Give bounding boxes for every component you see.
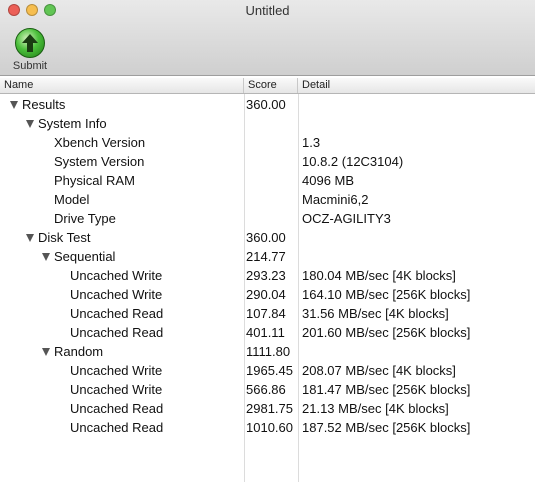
row-score: 1010.60 [246, 420, 293, 435]
outline-row[interactable]: Uncached Read 107.84 31.56 MB/sec [4K bloc… [0, 304, 535, 323]
outline-row[interactable]: Uncached Write 290.04 164.10 MB/sec [256K … [0, 285, 535, 304]
row-score: 2981.75 [246, 401, 293, 416]
row-detail: 31.56 MB/sec [4K blocks] [302, 306, 449, 321]
row-detail: Macmini6,2 [302, 192, 369, 207]
window-title: Untitled [245, 3, 290, 18]
row-name: Physical RAM [54, 173, 135, 188]
row-score: 566.86 [246, 382, 286, 397]
outline-row[interactable]: System Version 10.8.2 (12C3104) [0, 152, 535, 171]
column-header-name[interactable]: Name [0, 78, 244, 93]
row-name: Drive Type [54, 211, 116, 226]
row-detail: 208.07 MB/sec [4K blocks] [302, 363, 456, 378]
row-detail: 187.52 MB/sec [256K blocks] [302, 420, 471, 435]
row-score: 214.77 [246, 249, 286, 264]
row-name: Uncached Write [70, 287, 163, 302]
row-name: Uncached Write [70, 268, 163, 283]
row-detail: 164.10 MB/sec [256K blocks] [302, 287, 471, 302]
row-detail: OCZ-AGILITY3 [302, 211, 391, 226]
outline-row[interactable]: Results 360.00 [0, 95, 535, 114]
window-titlebar: Untitled Submit [0, 0, 535, 76]
outline-row[interactable]: Uncached Write 293.23 180.04 MB/sec [4K bl… [0, 266, 535, 285]
row-detail: 21.13 MB/sec [4K blocks] [302, 401, 449, 416]
submit-button[interactable]: Submit [8, 28, 52, 72]
row-score: 1965.45 [246, 363, 293, 378]
disclosure-triangle-icon[interactable] [26, 234, 34, 242]
row-name: Uncached Write [70, 382, 163, 397]
results-outline: Results 360.00 System Info Xbench Version 1.… [0, 94, 535, 482]
row-score: 290.04 [246, 287, 286, 302]
row-name: Model [54, 192, 90, 207]
row-detail: 1.3 [302, 135, 321, 150]
outline-row[interactable]: Uncached Write 1965.45 208.07 MB/sec [4K b… [0, 361, 535, 380]
row-detail: 180.04 MB/sec [4K blocks] [302, 268, 456, 283]
up-arrow-icon [15, 28, 45, 58]
outline-row[interactable]: Xbench Version 1.3 [0, 133, 535, 152]
row-name: Sequential [54, 249, 116, 264]
row-name: Results [22, 97, 66, 112]
row-name: Uncached Write [70, 363, 163, 378]
row-name: Uncached Read [70, 325, 164, 340]
row-score: 107.84 [246, 306, 286, 321]
row-detail: 181.47 MB/sec [256K blocks] [302, 382, 471, 397]
row-name: Uncached Read [70, 401, 164, 416]
row-detail: 201.60 MB/sec [256K blocks] [302, 325, 471, 340]
outline-row[interactable]: Uncached Read 401.11 201.60 MB/sec [256K b… [0, 323, 535, 342]
row-score: 401.11 [246, 325, 285, 340]
row-score: 360.00 [246, 230, 286, 245]
disclosure-triangle-icon[interactable] [42, 253, 50, 261]
row-name: Xbench Version [54, 135, 146, 150]
row-score: 293.23 [246, 268, 286, 283]
submit-label: Submit [12, 60, 48, 72]
row-detail: 4096 MB [302, 173, 355, 188]
outline-row[interactable]: Model Macmini6,2 [0, 190, 535, 209]
row-name: System Version [54, 154, 145, 169]
row-name: Uncached Read [70, 306, 164, 321]
row-name: System Info [38, 116, 107, 131]
disclosure-triangle-icon[interactable] [42, 348, 50, 356]
column-header-detail[interactable]: Detail [298, 78, 535, 93]
row-score: 1111.80 [246, 344, 291, 359]
outline-row[interactable]: Uncached Read 2981.75 21.13 MB/sec [4K blo… [0, 399, 535, 418]
disclosure-triangle-icon[interactable] [10, 101, 18, 109]
row-name: Disk Test [38, 230, 91, 245]
outline-row[interactable]: Drive Type OCZ-AGILITY3 [0, 209, 535, 228]
outline-row[interactable]: Random 1111.80 [0, 342, 535, 361]
outline-row[interactable]: System Info [0, 114, 535, 133]
row-detail: 10.8.2 (12C3104) [302, 154, 404, 169]
outline-row[interactable]: Sequential 214.77 [0, 247, 535, 266]
outline-row[interactable]: Uncached Read 1010.60 187.52 MB/sec [256K … [0, 418, 535, 437]
outline-header: Name Score Detail [0, 78, 535, 94]
row-name: Random [54, 344, 104, 359]
column-header-score[interactable]: Score [244, 78, 298, 93]
disclosure-triangle-icon[interactable] [26, 120, 34, 128]
outline-row[interactable]: Uncached Write 566.86 181.47 MB/sec [256K … [0, 380, 535, 399]
outline-row[interactable]: Physical RAM 4096 MB [0, 171, 535, 190]
row-score: 360.00 [246, 97, 286, 112]
row-name: Uncached Read [70, 420, 164, 435]
outline-row[interactable]: Disk Test 360.00 [0, 228, 535, 247]
